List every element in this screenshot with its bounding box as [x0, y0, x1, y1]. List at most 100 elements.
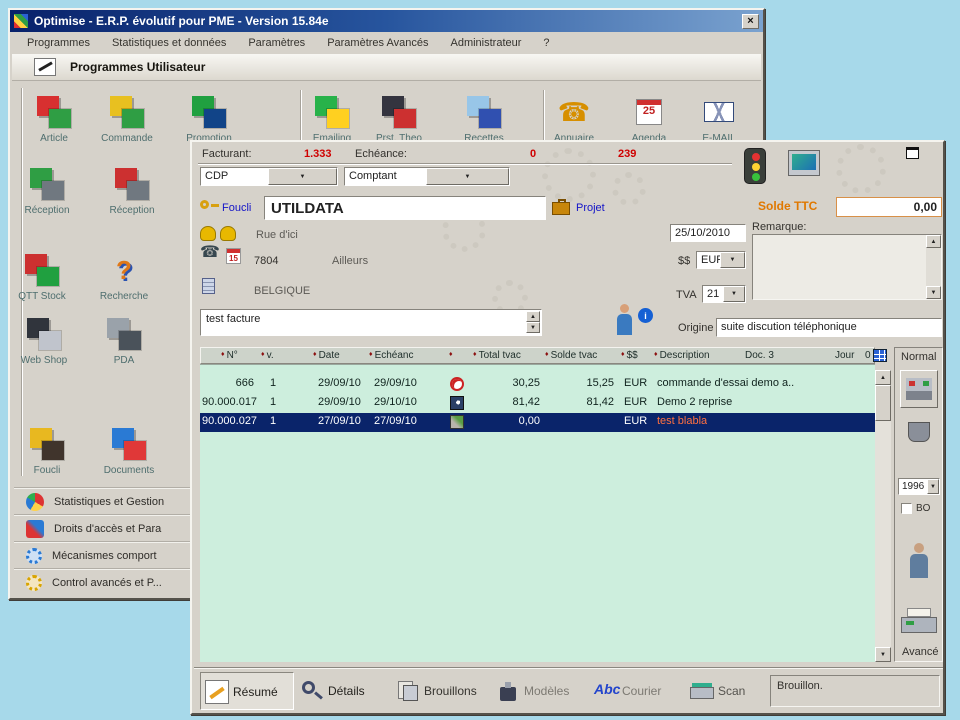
remark-textarea[interactable]: ▲ ▼ — [752, 234, 942, 300]
printer-icon[interactable] — [901, 608, 937, 638]
column-header-jour[interactable]: Jour — [835, 350, 854, 361]
spinner-up-icon[interactable]: ▲ — [526, 311, 540, 322]
abc-glyph: Abc — [594, 681, 621, 697]
postal-code-text: 7804 — [254, 255, 279, 267]
tab-courier[interactable]: Abc Courier — [590, 672, 684, 710]
program-reception-2[interactable]: Réception — [100, 166, 164, 216]
column-header-flag[interactable]: ♦ — [449, 350, 455, 361]
scroll-up-icon[interactable]: ▲ — [875, 370, 891, 385]
main-titlebar[interactable]: Optimise - E.R.P. évolutif pour PME - Ve… — [10, 10, 763, 32]
table-row[interactable]: 666 1 29/09/10 29/09/10 30,25 15,25 EUR … — [200, 375, 875, 394]
column-header-solde[interactable]: ♦ Solde tvac — [545, 350, 597, 361]
spinner-arrow-icon[interactable]: ▼ — [927, 479, 939, 494]
note-icon[interactable] — [202, 278, 215, 294]
menu-item-programmes[interactable]: Programmes — [16, 35, 101, 51]
spinner-down-icon[interactable]: ▼ — [526, 322, 540, 333]
column-header-version[interactable]: ♦ v. — [261, 350, 274, 361]
grid-scrollbar[interactable]: ▲ ▼ — [875, 370, 891, 662]
program-prst-theo[interactable]: Prst. Theo — [367, 94, 431, 144]
scanner-lid — [692, 683, 712, 687]
subject-spinner[interactable]: ▲ ▼ — [526, 311, 540, 334]
program-annuaire[interactable]: ☎ Annuaire — [542, 94, 606, 144]
program-pda[interactable]: PDA — [92, 316, 156, 366]
key-icon[interactable] — [200, 199, 220, 213]
program-web-shop[interactable]: Web Shop — [12, 316, 76, 366]
tab-scan[interactable]: Scan — [686, 672, 766, 710]
tab-resume[interactable]: Résumé — [200, 672, 294, 710]
table-row-selected[interactable]: 90.000.027 1 27/09/10 27/09/10 0,00 EUR … — [200, 413, 875, 432]
column-header-total[interactable]: ♦ Total tvac — [473, 350, 521, 361]
payment-combo[interactable]: Comptant ▼ — [344, 167, 510, 186]
program-email[interactable]: E-MAIL — [687, 94, 751, 144]
column-header-doc[interactable]: Doc. 3 — [745, 350, 774, 361]
column-header-date[interactable]: ♦ Date — [313, 350, 340, 361]
separator — [198, 163, 732, 165]
monitor-icon[interactable] — [788, 150, 820, 176]
tab-details[interactable]: Détails — [296, 672, 390, 710]
column-header-description[interactable]: ♦ Description — [654, 350, 710, 361]
combo-arrow-icon[interactable]: ▼ — [268, 168, 337, 185]
currency-combo[interactable]: EUR ▼ — [696, 251, 746, 269]
column-chooser-icon[interactable] — [873, 349, 887, 362]
program-emailing[interactable]: Emailing — [300, 94, 364, 144]
program-documents[interactable]: Documents — [97, 426, 161, 476]
client-name-input[interactable]: UTILDATA — [264, 196, 546, 220]
table-row[interactable]: 90.000.017 1 29/09/10 29/10/10 81,42 81,… — [200, 394, 875, 413]
column-header-echeance[interactable]: ♦ Echéanc — [369, 350, 414, 361]
origin-input[interactable]: suite discution téléphonique — [716, 318, 942, 337]
calendar-day-icon[interactable]: 15 — [226, 248, 241, 264]
scroll-down-icon[interactable]: ▼ — [875, 647, 891, 662]
info-icon[interactable]: i — [638, 308, 653, 323]
program-commande[interactable]: Commande — [95, 94, 159, 144]
menu-item-administrateur[interactable]: Administrateur — [439, 35, 532, 51]
article-icon — [34, 94, 74, 130]
program-recherche[interactable]: ? Recherche — [92, 252, 156, 303]
question-icon: ? — [116, 254, 132, 285]
program-recettes[interactable]: Recettes — [452, 94, 516, 144]
combo-arrow-icon[interactable]: ▼ — [723, 286, 745, 302]
combo-arrow-icon[interactable]: ▼ — [720, 252, 745, 268]
menu-item-parametres[interactable]: Paramètres — [237, 35, 316, 51]
prst-theo-icon — [379, 94, 419, 130]
close-button[interactable]: × — [742, 13, 759, 29]
bo-checkbox[interactable]: BO — [901, 503, 930, 514]
subject-input[interactable]: test facture ▲ ▼ — [200, 309, 542, 336]
menu-item-help[interactable]: ? — [532, 35, 560, 51]
user-icon[interactable] — [616, 304, 634, 336]
overdue-count: 239 — [618, 148, 637, 160]
restore-button[interactable] — [906, 147, 919, 159]
scroll-down-icon[interactable]: ▼ — [926, 286, 941, 299]
program-agenda[interactable]: 25 Agenda — [617, 94, 681, 144]
program-promotion[interactable]: Promotion — [177, 94, 241, 144]
invoice-date-input[interactable]: 25/10/2010 — [670, 224, 746, 242]
tab-modeles[interactable]: Modèles — [492, 672, 586, 710]
program-foucli[interactable]: Foucli — [15, 426, 79, 476]
window-title: Optimise - E.R.P. évolutif pour PME - Ve… — [34, 14, 329, 28]
combo-arrow-icon[interactable]: ▼ — [426, 168, 509, 185]
menu-item-statistiques[interactable]: Statistiques et données — [101, 35, 237, 51]
phone-icon[interactable]: ☎ — [200, 245, 220, 261]
tab-brouillons[interactable]: Brouillons — [392, 672, 486, 710]
advanced-label[interactable]: Avancé — [902, 646, 939, 658]
scroll-thumb[interactable] — [875, 385, 891, 421]
program-reception-1[interactable]: Réception — [15, 166, 79, 216]
tva-combo[interactable]: 21 ▼ — [702, 285, 746, 303]
printer-paper — [907, 608, 931, 617]
client-type-combo[interactable]: CDP ▼ — [200, 167, 338, 186]
briefcase-icon[interactable] — [552, 199, 570, 215]
column-header-zero[interactable]: 0 — [865, 350, 871, 361]
remark-scroll-track[interactable] — [926, 248, 941, 286]
program-article[interactable]: Article — [22, 94, 86, 144]
user-icon[interactable] — [909, 543, 929, 579]
column-header-currency[interactable]: ♦ $$ — [621, 350, 638, 361]
program-qtt-stock[interactable]: QTT Stock — [10, 252, 74, 302]
traffic-light-icon[interactable] — [744, 148, 766, 184]
scroll-up-icon[interactable]: ▲ — [926, 235, 941, 248]
menu-item-parametres-avances[interactable]: Paramètres Avancés — [316, 35, 439, 51]
bells-icon[interactable] — [200, 226, 238, 242]
tools-button[interactable] — [900, 370, 938, 408]
column-header-num[interactable]: ♦ N° — [221, 350, 238, 361]
bin-icon[interactable] — [908, 422, 930, 442]
view-mode-label[interactable]: Normal — [901, 351, 936, 363]
year-spinner[interactable]: 1996 ▼ — [898, 478, 940, 495]
